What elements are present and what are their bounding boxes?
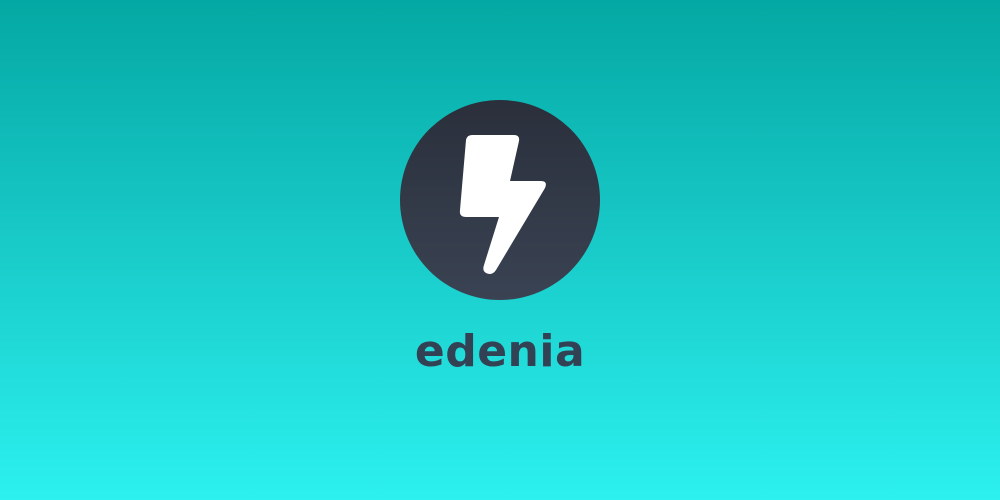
banner-canvas: edenia <box>0 0 1000 500</box>
brand-wordmark: edenia <box>414 326 586 377</box>
logo-badge <box>400 100 600 300</box>
lightning-bolt-icon <box>459 135 546 274</box>
